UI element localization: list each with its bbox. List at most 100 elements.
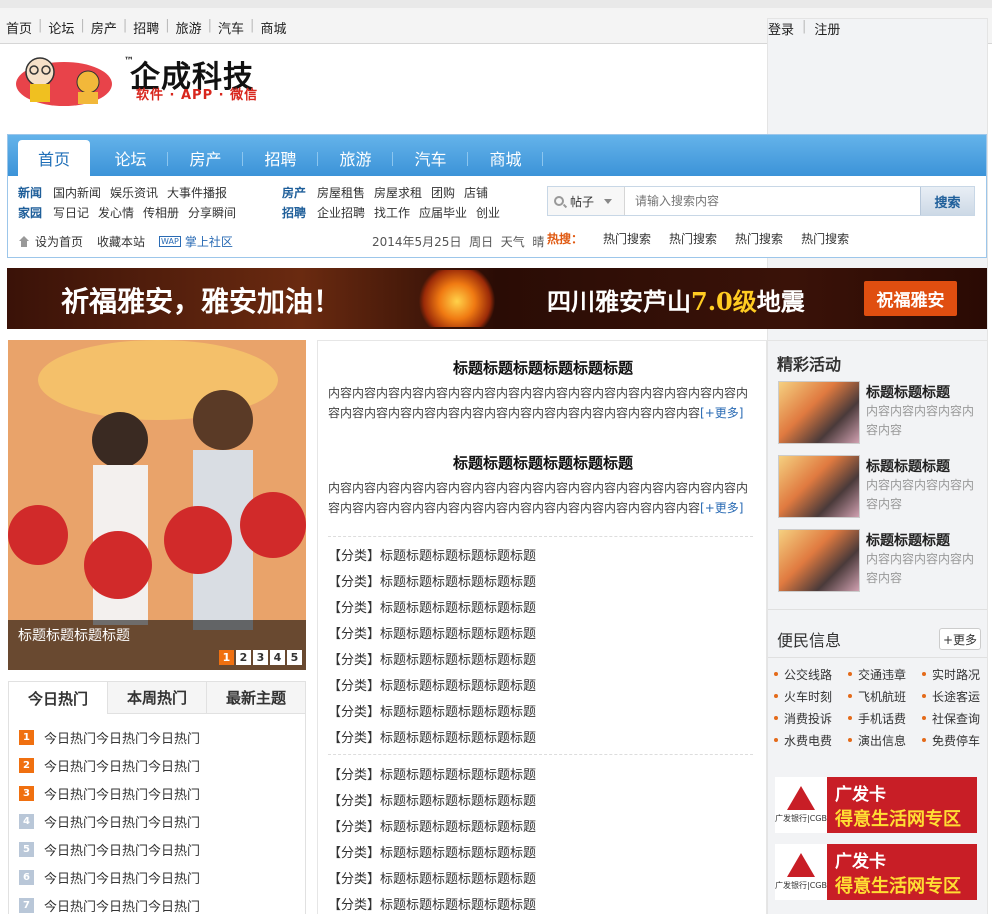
subnav-link[interactable]: 分享瞬间: [188, 203, 236, 223]
activity-title[interactable]: 标题标题标题: [866, 456, 950, 476]
subnav-link[interactable]: 店铺: [464, 183, 488, 203]
top-link-forum[interactable]: 论坛: [48, 18, 74, 37]
list-item[interactable]: 【分类】标题标题标题标题标题标题: [328, 697, 536, 723]
list-item[interactable]: 【分类】标题标题标题标题标题标题: [328, 890, 536, 914]
nav-tab-auto[interactable]: 汽车: [393, 140, 468, 176]
activity-item[interactable]: 标题标题标题 内容内容内容内容内容内容: [777, 381, 982, 447]
subnav-link[interactable]: 应届毕业: [419, 203, 467, 223]
slide-dot[interactable]: 1: [219, 650, 234, 665]
subnav-cat-news[interactable]: 新闻: [18, 183, 53, 203]
list-item[interactable]: 【分类】标题标题标题标题标题标题: [328, 619, 536, 645]
featured-title[interactable]: 标题标题标题标题标题标题: [328, 357, 758, 381]
bless-button[interactable]: 祝福雅安: [864, 281, 957, 316]
activity-title[interactable]: 标题标题标题: [866, 530, 950, 550]
top-link-mall[interactable]: 商城: [260, 18, 286, 37]
list-item[interactable]: 【分类】标题标题标题标题标题标题: [328, 812, 536, 838]
subnav-link[interactable]: 国内新闻: [53, 183, 101, 203]
service-link[interactable]: 实时路况: [922, 665, 984, 683]
site-logo[interactable]: ™ 企成科技 软件 · APP · 微信: [16, 50, 286, 108]
nav-tab-house[interactable]: 房产: [168, 140, 243, 176]
service-link[interactable]: 社保查询: [922, 709, 984, 727]
nav-tab-mall[interactable]: 商城: [468, 140, 543, 176]
ya-an-banner[interactable]: 祈福雅安，雅安加油！ 四川雅安芦山7.0级地震 祝福雅安: [7, 268, 987, 329]
subnav-cat-house[interactable]: 房产: [282, 183, 317, 203]
list-item[interactable]: 3 今日热门今日热门今日热门: [19, 779, 305, 807]
service-link[interactable]: 消费投诉: [774, 709, 848, 727]
hot-keyword[interactable]: 热门搜索: [669, 230, 717, 247]
subnav-cat-home[interactable]: 家园: [18, 203, 53, 223]
service-link[interactable]: 演出信息: [848, 731, 922, 749]
top-link-home[interactable]: 首页: [6, 18, 32, 37]
tab-latest[interactable]: 最新主题: [206, 682, 305, 713]
activity-item[interactable]: 标题标题标题 内容内容内容内容内容内容: [777, 455, 982, 521]
service-link[interactable]: 飞机航班: [848, 687, 922, 705]
top-link-travel[interactable]: 旅游: [176, 18, 202, 37]
list-item[interactable]: 【分类】标题标题标题标题标题标题: [328, 723, 536, 749]
search-type-select[interactable]: 帖子: [548, 187, 625, 215]
service-link[interactable]: 交通违章: [848, 665, 922, 683]
list-item[interactable]: 7 今日热门今日热门今日热门: [19, 891, 305, 914]
service-link[interactable]: 免费停车: [922, 731, 984, 749]
hot-keyword[interactable]: 热门搜索: [801, 230, 849, 247]
more-link[interactable]: [+更多]: [700, 501, 743, 515]
nav-tab-forum[interactable]: 论坛: [93, 140, 168, 176]
set-homepage-link[interactable]: 设为首页: [35, 233, 83, 250]
bookmark-link[interactable]: 收藏本站: [97, 233, 145, 250]
list-item[interactable]: 1 今日热门今日热门今日热门: [19, 723, 305, 751]
activity-title[interactable]: 标题标题标题: [866, 382, 950, 402]
mobile-community-link[interactable]: 掌上社区: [185, 233, 233, 250]
subnav-link[interactable]: 团购: [431, 183, 455, 203]
subnav-link[interactable]: 娱乐资讯: [110, 183, 158, 203]
list-item[interactable]: 4 今日热门今日热门今日热门: [19, 807, 305, 835]
list-item[interactable]: 【分类】标题标题标题标题标题标题: [328, 760, 536, 786]
subnav-link[interactable]: 房屋求租: [374, 183, 422, 203]
cgb-card-ad[interactable]: 广发银行|CGB 广发卡 得意生活网专区: [775, 777, 977, 833]
service-link[interactable]: 火车时刻: [774, 687, 848, 705]
subnav-link[interactable]: 写日记: [53, 203, 89, 223]
top-link-house[interactable]: 房产: [91, 18, 117, 37]
subnav-link[interactable]: 创业: [476, 203, 500, 223]
subnav-link[interactable]: 传相册: [143, 203, 179, 223]
list-item[interactable]: 【分类】标题标题标题标题标题标题: [328, 567, 536, 593]
hot-keyword[interactable]: 热门搜索: [735, 230, 783, 247]
slide-dot[interactable]: 5: [287, 650, 302, 665]
list-item[interactable]: 【分类】标题标题标题标题标题标题: [328, 671, 536, 697]
search-input[interactable]: [625, 187, 920, 215]
tab-today-hot[interactable]: 今日热门: [9, 682, 107, 715]
slide-dot[interactable]: 3: [253, 650, 268, 665]
featured-title[interactable]: 标题标题标题标题标题标题: [328, 452, 758, 476]
list-item[interactable]: 2 今日热门今日热门今日热门: [19, 751, 305, 779]
slide-dot[interactable]: 4: [270, 650, 285, 665]
subnav-link[interactable]: 找工作: [374, 203, 410, 223]
service-link[interactable]: 长途客运: [922, 687, 984, 705]
activity-item[interactable]: 标题标题标题 内容内容内容内容内容内容: [777, 529, 982, 595]
subnav-link[interactable]: 发心情: [98, 203, 134, 223]
service-link[interactable]: 公交线路: [774, 665, 848, 683]
list-item[interactable]: 6 今日热门今日热门今日热门: [19, 863, 305, 891]
more-services-button[interactable]: +更多: [939, 628, 981, 650]
photo-slideshow[interactable]: 标题标题标题标题 1 2 3 4 5: [8, 340, 306, 670]
search-button[interactable]: 搜索: [920, 187, 974, 215]
nav-tab-home[interactable]: 首页: [18, 140, 90, 176]
top-link-auto[interactable]: 汽车: [218, 18, 244, 37]
subnav-link[interactable]: 企业招聘: [317, 203, 365, 223]
subnav-link[interactable]: 房屋租售: [317, 183, 365, 203]
top-link-jobs[interactable]: 招聘: [133, 18, 159, 37]
list-item[interactable]: 【分类】标题标题标题标题标题标题: [328, 786, 536, 812]
list-item[interactable]: 【分类】标题标题标题标题标题标题: [328, 593, 536, 619]
nav-tab-jobs[interactable]: 招聘: [243, 140, 318, 176]
slide-caption[interactable]: 标题标题标题标题: [18, 625, 130, 645]
subnav-link[interactable]: 大事件播报: [167, 183, 227, 203]
list-item[interactable]: 【分类】标题标题标题标题标题标题: [328, 645, 536, 671]
more-link[interactable]: [+更多]: [700, 406, 743, 420]
list-item[interactable]: 【分类】标题标题标题标题标题标题: [328, 838, 536, 864]
service-link[interactable]: 手机话费: [848, 709, 922, 727]
tab-week-hot[interactable]: 本周热门: [107, 682, 206, 713]
list-item[interactable]: 【分类】标题标题标题标题标题标题: [328, 541, 536, 567]
nav-tab-travel[interactable]: 旅游: [318, 140, 393, 176]
subnav-cat-jobs[interactable]: 招聘: [282, 203, 317, 223]
list-item[interactable]: 【分类】标题标题标题标题标题标题: [328, 864, 536, 890]
cgb-card-ad[interactable]: 广发银行|CGB 广发卡 得意生活网专区: [775, 844, 977, 900]
slide-dot[interactable]: 2: [236, 650, 251, 665]
list-item[interactable]: 5 今日热门今日热门今日热门: [19, 835, 305, 863]
